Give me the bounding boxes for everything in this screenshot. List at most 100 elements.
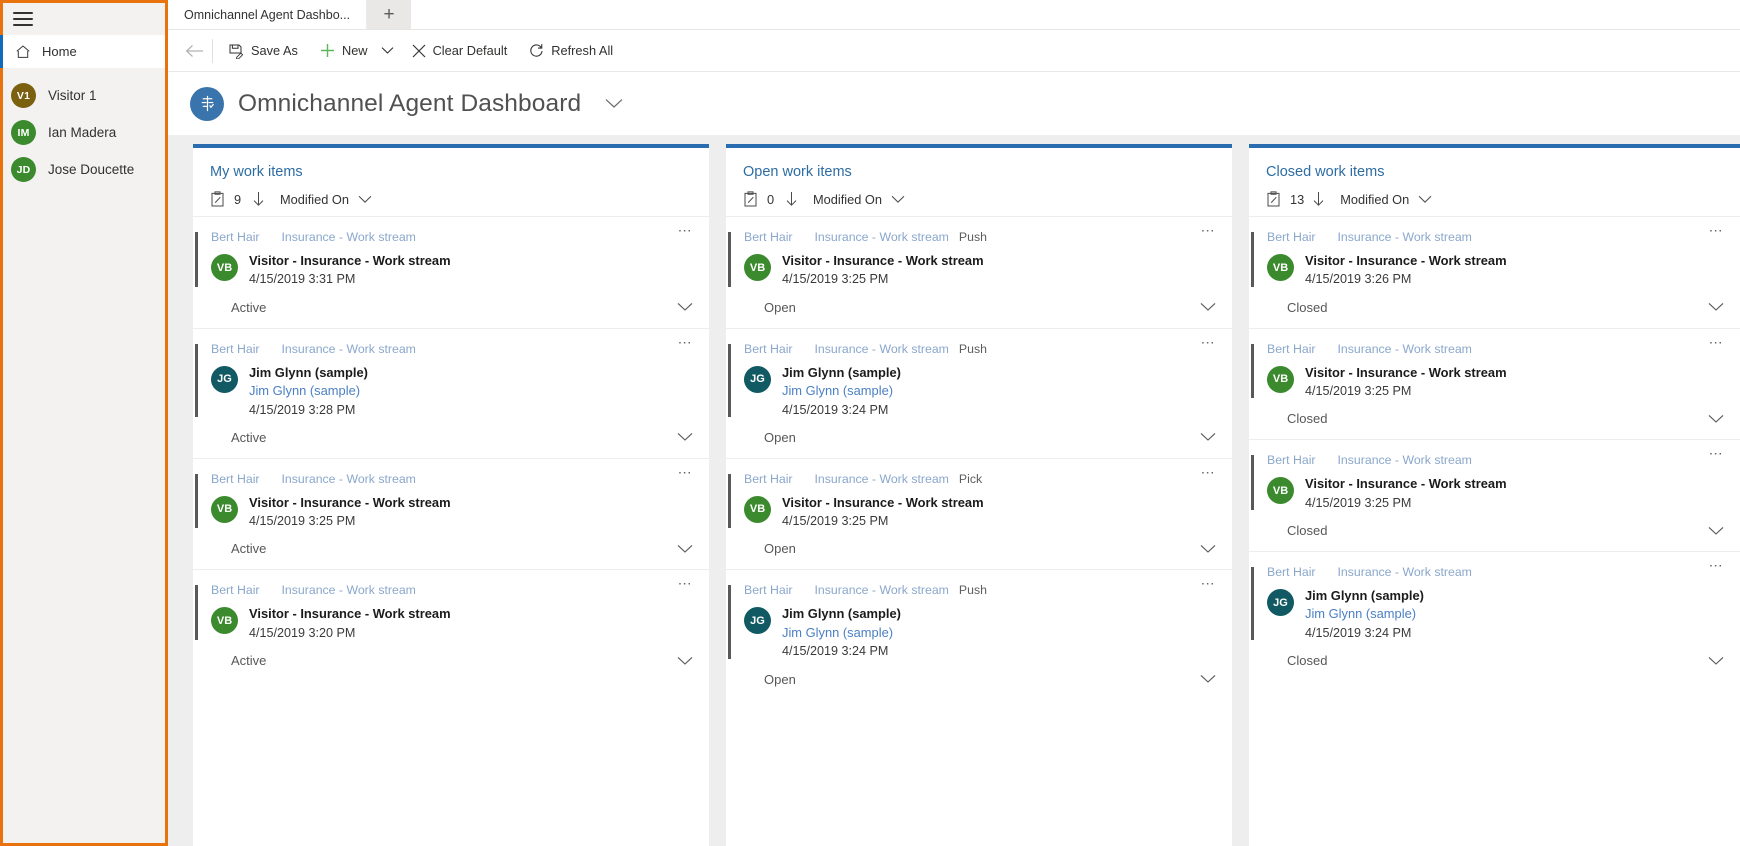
save-as-button[interactable]: Save As (217, 30, 309, 72)
card-expand-button[interactable] (677, 302, 693, 312)
chevron-down-icon[interactable] (1418, 195, 1432, 204)
card-main-row: VB Visitor - Insurance - Work stream 4/1… (1267, 364, 1740, 401)
card-text-block: Jim Glynn (sample) Jim Glynn (sample) 4/… (782, 605, 901, 660)
card-text-block: Visitor - Insurance - Work stream 4/15/2… (249, 494, 451, 531)
dashboard-selector-button[interactable] (605, 98, 623, 109)
work-item-card[interactable]: ⋯ Bert Hair Insurance - Work stream Pick… (726, 457, 1232, 570)
sidebar-person-ian-madera[interactable]: IM Ian Madera (3, 114, 165, 151)
card-stream[interactable]: Insurance - Work stream (815, 342, 949, 356)
card-agent[interactable]: Bert Hair (744, 342, 793, 356)
card-expand-button[interactable] (677, 432, 693, 442)
card-stream[interactable]: Insurance - Work stream (815, 583, 949, 597)
card-stream[interactable]: Insurance - Work stream (815, 472, 949, 486)
card-agent[interactable]: Bert Hair (1267, 453, 1316, 467)
card-expand-button[interactable] (1708, 656, 1724, 666)
arrow-down-icon[interactable] (1313, 192, 1324, 206)
card-agent[interactable]: Bert Hair (211, 342, 260, 356)
home-icon (15, 44, 31, 60)
avatar: JD (11, 157, 36, 182)
card-agent[interactable]: Bert Hair (744, 583, 793, 597)
card-stream[interactable]: Insurance - Work stream (1338, 565, 1472, 579)
avatar: VB (211, 495, 238, 523)
card-expand-button[interactable] (1200, 302, 1216, 312)
card-title: Jim Glynn (sample) (782, 364, 901, 380)
card-subtitle: Jim Glynn (sample) (249, 383, 361, 399)
card-stream[interactable]: Insurance - Work stream (1338, 342, 1472, 356)
card-stream[interactable]: Insurance - Work stream (1338, 230, 1472, 244)
card-body: Bert Hair Insurance - Work stream Push J… (726, 583, 1232, 660)
tab-label: Omnichannel Agent Dashbo... (184, 7, 351, 22)
card-stream[interactable]: Insurance - Work stream (1338, 453, 1472, 467)
chevron-down-icon (1708, 656, 1724, 665)
card-footer-row: Open (726, 541, 1232, 556)
card-timestamp: 4/15/2019 3:25 PM (782, 272, 889, 287)
card-timestamp: 4/15/2019 3:24 PM (782, 644, 889, 659)
card-agent[interactable]: Bert Hair (211, 472, 260, 486)
card-stream[interactable]: Insurance - Work stream (282, 342, 416, 356)
arrow-down-icon[interactable] (253, 192, 264, 206)
sidebar-person-visitor-1[interactable]: V1 Visitor 1 (3, 77, 165, 114)
avatar: VB (1267, 477, 1294, 505)
card-meta-row: Bert Hair Insurance - Work stream (211, 342, 709, 356)
sidebar-item-home[interactable]: Home (0, 35, 165, 68)
avatar: IM (11, 120, 36, 145)
work-item-card[interactable]: ⋯ Bert Hair Insurance - Work stream VB V… (1249, 439, 1740, 551)
avatar: JG (1267, 589, 1294, 617)
card-timestamp: 4/15/2019 3:31 PM (249, 272, 356, 287)
card-expand-button[interactable] (1708, 526, 1724, 536)
tab-omnichannel-agent-dashboard[interactable]: Omnichannel Agent Dashbo... (168, 0, 368, 29)
card-body: Bert Hair Insurance - Work stream Push V… (726, 230, 1232, 289)
card-footer-row: Open (726, 300, 1232, 315)
new-button[interactable]: New (309, 30, 379, 72)
card-expand-button[interactable] (1200, 674, 1216, 684)
card-agent[interactable]: Bert Hair (211, 583, 260, 597)
card-main-row: JG Jim Glynn (sample) Jim Glynn (sample)… (744, 605, 1232, 660)
card-expand-button[interactable] (1200, 544, 1216, 554)
card-accent-bar (728, 473, 731, 529)
card-agent[interactable]: Bert Hair (211, 230, 260, 244)
work-item-card[interactable]: ⋯ Bert Hair Insurance - Work stream Push… (726, 327, 1232, 458)
chevron-down-icon[interactable] (891, 195, 905, 204)
work-item-card[interactable]: ⋯ Bert Hair Insurance - Work stream VB V… (1249, 327, 1740, 440)
work-item-card[interactable]: ⋯ Bert Hair Insurance - Work stream JG J… (193, 327, 709, 458)
card-stream[interactable]: Insurance - Work stream (815, 230, 949, 244)
card-title: Visitor - Insurance - Work stream (249, 253, 451, 268)
card-expand-button[interactable] (677, 544, 693, 554)
card-title: Visitor - Insurance - Work stream (782, 494, 984, 510)
card-stream[interactable]: Insurance - Work stream (282, 472, 416, 486)
sidebar-menu-toggle[interactable] (3, 3, 165, 35)
card-agent[interactable]: Bert Hair (1267, 342, 1316, 356)
back-button[interactable] (176, 30, 212, 72)
clipboard-icon (211, 191, 224, 207)
card-agent[interactable]: Bert Hair (744, 472, 793, 486)
card-agent[interactable]: Bert Hair (1267, 230, 1316, 244)
card-agent[interactable]: Bert Hair (744, 230, 793, 244)
sidebar-person-jose-doucette[interactable]: JD Jose Doucette (3, 151, 165, 188)
card-meta-row: Bert Hair Insurance - Work stream (1267, 342, 1740, 356)
new-dropdown-button[interactable] (379, 30, 401, 72)
chevron-down-icon (677, 544, 693, 553)
card-expand-button[interactable] (677, 656, 693, 666)
work-item-card[interactable]: ⋯ Bert Hair Insurance - Work stream VB V… (193, 457, 709, 570)
card-expand-button[interactable] (1708, 302, 1724, 312)
clear-default-button[interactable]: Clear Default (401, 30, 519, 72)
command-separator (212, 38, 213, 63)
card-agent[interactable]: Bert Hair (1267, 565, 1316, 579)
left-sidebar: Home V1 Visitor 1 IM Ian Madera JD Jose … (0, 0, 168, 846)
new-tab-button[interactable]: + (367, 0, 412, 29)
card-expand-button[interactable] (1200, 432, 1216, 442)
card-stream[interactable]: Insurance - Work stream (282, 583, 416, 597)
work-item-card[interactable]: ⋯ Bert Hair Insurance - Work stream JG J… (1249, 551, 1740, 681)
card-meta-row: Bert Hair Insurance - Work stream (1267, 565, 1740, 579)
chevron-down-icon[interactable] (358, 195, 372, 204)
work-item-card[interactable]: ⋯ Bert Hair Insurance - Work stream VB V… (193, 569, 709, 681)
work-item-card[interactable]: ⋯ Bert Hair Insurance - Work stream Push… (726, 569, 1232, 699)
work-item-card[interactable]: ⋯ Bert Hair Insurance - Work stream Push… (726, 216, 1232, 328)
arrow-down-icon[interactable] (786, 192, 797, 206)
work-item-card[interactable]: ⋯ Bert Hair Insurance - Work stream VB V… (193, 216, 709, 328)
card-stream[interactable]: Insurance - Work stream (282, 230, 416, 244)
refresh-all-button[interactable]: Refresh All (518, 30, 624, 72)
card-text-block: Visitor - Insurance - Work stream 4/15/2… (1305, 475, 1507, 512)
card-expand-button[interactable] (1708, 414, 1724, 424)
work-item-card[interactable]: ⋯ Bert Hair Insurance - Work stream VB V… (1249, 216, 1740, 328)
